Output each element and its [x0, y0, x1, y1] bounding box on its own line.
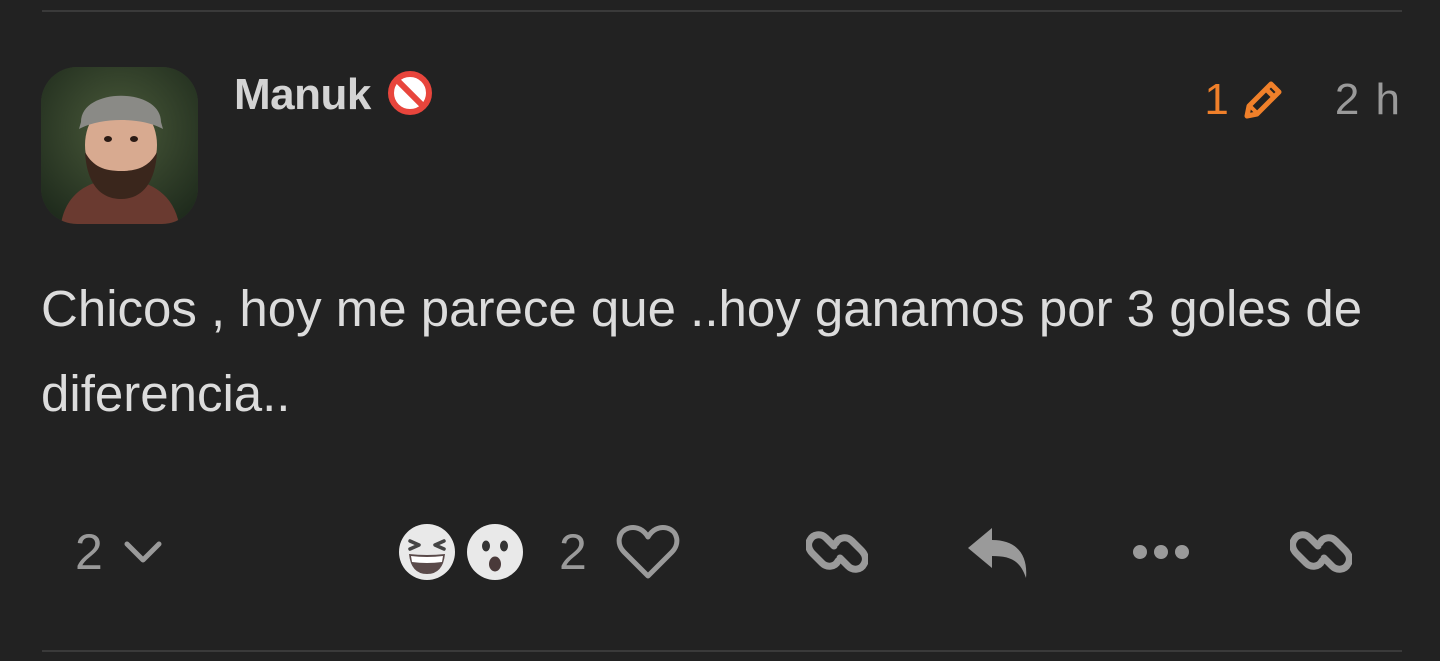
- post-meta: 1 2 h: [1204, 74, 1402, 126]
- grinning-squinting-face-icon: [399, 524, 455, 580]
- username[interactable]: Manuk: [234, 68, 371, 122]
- pencil-icon: [1244, 81, 1282, 119]
- reactions[interactable]: 2: [397, 522, 681, 582]
- post-actions: 2 2: [0, 520, 1440, 584]
- replies-count: 2: [75, 524, 103, 580]
- post-time[interactable]: 2 h: [1335, 74, 1402, 126]
- show-replies-button[interactable]: 2: [75, 524, 165, 580]
- share-link-icon[interactable]: [1290, 526, 1352, 578]
- more-options-icon[interactable]: [1132, 544, 1190, 560]
- post-content: Chicos , hoy me parece que ..hoy ganamos…: [41, 280, 1363, 422]
- edit-count: 1: [1204, 75, 1229, 124]
- author-row: Manuk: [234, 68, 433, 122]
- heart-icon[interactable]: [615, 522, 681, 582]
- edit-history-button[interactable]: 1: [1204, 74, 1286, 126]
- prohibited-icon: [387, 71, 432, 115]
- chevron-down-icon: [124, 541, 162, 563]
- avatar[interactable]: [41, 67, 198, 224]
- top-divider: [42, 10, 1402, 12]
- link-icon[interactable]: [806, 526, 868, 578]
- post: Manuk 1 2 h Chicos , hoy me parece que .…: [0, 0, 1440, 661]
- bottom-divider: [42, 650, 1402, 652]
- reply-icon[interactable]: [966, 524, 1032, 582]
- astonished-face-icon: [467, 524, 523, 580]
- likes-count: 2: [559, 524, 587, 580]
